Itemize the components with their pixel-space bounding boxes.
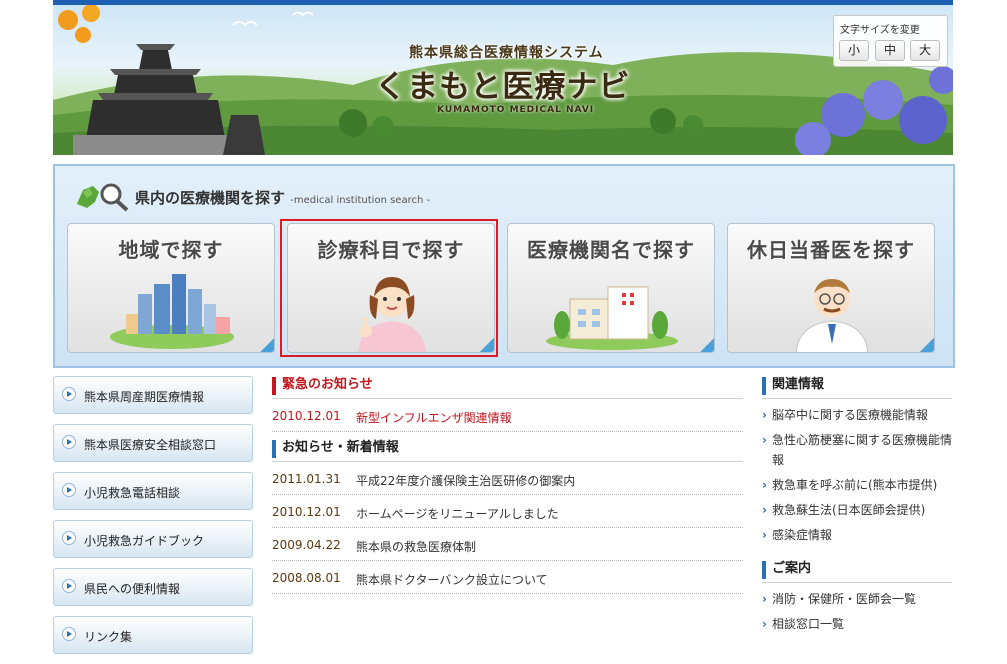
arrow-circle-icon bbox=[62, 387, 76, 401]
urgent-notice-heading: 緊急のお知らせ bbox=[272, 375, 743, 399]
guide-link[interactable]: 消防・保健所・医師会一覧 bbox=[762, 589, 952, 609]
site-title-romaji: KUMAMOTO MEDICAL NAVI bbox=[437, 105, 595, 115]
search-by-region-label: 地域で探す bbox=[118, 238, 224, 262]
news-heading: お知らせ・新着情報 bbox=[272, 438, 743, 462]
arrow-circle-icon bbox=[62, 435, 76, 449]
related-info-column: 関連情報 脳卒中に関する医療機能情報 急性心筋梗塞に関する医療機能情報 救急車を… bbox=[762, 375, 952, 648]
search-by-institution-name-button[interactable]: 医療機関名で探す bbox=[507, 223, 715, 353]
nav-medical-safety-consultation[interactable]: 熊本県医療安全相談窓口 bbox=[53, 424, 253, 462]
nav-useful-info[interactable]: 県民への便利情報 bbox=[53, 568, 253, 606]
doctor-icon bbox=[795, 279, 869, 352]
related-link[interactable]: 脳卒中に関する医療機能情報 bbox=[762, 405, 952, 425]
hospital-icon bbox=[546, 286, 678, 350]
arrow-circle-icon bbox=[62, 579, 76, 593]
news-date: 2009.04.22 bbox=[272, 538, 341, 552]
news-link[interactable]: 熊本県の救急医療体制 bbox=[356, 538, 476, 555]
news-item[interactable]: 2010.12.01 ホームページをリニューアルしました bbox=[272, 495, 743, 528]
related-info-heading: 関連情報 bbox=[762, 375, 952, 399]
nav-pediatric-phone-consultation[interactable]: 小児救急電話相談 bbox=[53, 472, 253, 510]
nav-label: 県民への便利情報 bbox=[84, 582, 181, 596]
news-link[interactable]: ホームページをリニューアルしました bbox=[356, 505, 559, 522]
urgent-item[interactable]: 2010.12.01 新型インフルエンザ関連情報 bbox=[272, 399, 743, 432]
guide-list: 消防・保健所・医師会一覧 相談窓口一覧 bbox=[762, 589, 952, 634]
news-date: 2010.12.01 bbox=[272, 505, 341, 519]
arrow-circle-icon bbox=[62, 483, 76, 497]
nav-pediatric-guidebook[interactable]: 小児救急ガイドブック bbox=[53, 520, 253, 558]
related-link[interactable]: 急性心筋梗塞に関する医療機能情報 bbox=[762, 430, 952, 470]
selected-highlight-frame bbox=[280, 219, 498, 357]
urgent-heading-text: 緊急のお知らせ bbox=[282, 377, 373, 392]
kumamoto-map-magnifier-icon bbox=[77, 183, 129, 212]
related-link[interactable]: 感染症情報 bbox=[762, 525, 952, 545]
news-link[interactable]: 平成22年度介護保険主治医研修の御案内 bbox=[356, 472, 575, 489]
search-heading: 県内の医療機関を探す -medical institution search - bbox=[73, 178, 430, 214]
guide-link[interactable]: 相談窓口一覧 bbox=[762, 614, 952, 634]
search-by-region-button[interactable]: 地域で探す bbox=[67, 223, 275, 353]
news-item[interactable]: 2011.01.31 平成22年度介護保険主治医研修の御案内 bbox=[272, 462, 743, 495]
search-heading-title: 県内の医療機関を探す bbox=[135, 189, 286, 207]
arrow-circle-icon bbox=[62, 627, 76, 641]
related-link[interactable]: 救急蘇生法(日本医師会提供) bbox=[762, 500, 952, 520]
font-size-small-button[interactable]: 小 bbox=[839, 40, 869, 61]
site-subtitle: 熊本県総合医療情報システム bbox=[409, 45, 604, 61]
search-heading-english: -medical institution search - bbox=[290, 195, 431, 206]
nav-label: 熊本県医療安全相談窓口 bbox=[84, 438, 217, 452]
news-item[interactable]: 2008.08.01 熊本県ドクターバンク設立について bbox=[272, 561, 743, 594]
related-link[interactable]: 救急車を呼ぶ前に(熊本市提供) bbox=[762, 475, 952, 495]
related-heading-text: 関連情報 bbox=[772, 377, 825, 392]
news-column: 緊急のお知らせ 2010.12.01 新型インフルエンザ関連情報 お知らせ・新着… bbox=[272, 375, 743, 594]
search-holiday-doctor-label: 休日当番医を探す bbox=[747, 238, 915, 262]
font-size-label: 文字サイズを変更 bbox=[840, 25, 920, 36]
side-navigation: 熊本県周産期医療情報 熊本県医療安全相談窓口 小児救急電話相談 小児救急ガイドブ… bbox=[53, 376, 253, 664]
nav-perinatal-info[interactable]: 熊本県周産期医療情報 bbox=[53, 376, 253, 414]
region-corner-arrow-icon bbox=[260, 338, 274, 352]
site-title[interactable]: くまもと医療ナビ bbox=[375, 61, 630, 106]
nav-label: 小児救急電話相談 bbox=[84, 486, 181, 500]
news-heading-text: お知らせ・新着情報 bbox=[282, 440, 399, 455]
search-holiday-doctor-button[interactable]: 休日当番医を探す bbox=[727, 223, 935, 353]
font-size-large-button[interactable]: 大 bbox=[910, 40, 940, 61]
font-size-switcher: 文字サイズを変更 小 中 大 bbox=[833, 15, 948, 67]
city-buildings-icon bbox=[110, 274, 234, 349]
news-link[interactable]: 熊本県ドクターバンク設立について bbox=[356, 571, 548, 588]
nav-label: リンク集 bbox=[84, 630, 133, 644]
holiday-corner-arrow-icon bbox=[920, 338, 934, 352]
nav-label: 小児救急ガイドブック bbox=[84, 534, 205, 548]
arrow-circle-icon bbox=[62, 531, 76, 545]
news-date: 2010.12.01 bbox=[272, 409, 341, 423]
news-link[interactable]: 新型インフルエンザ関連情報 bbox=[356, 409, 512, 426]
news-item[interactable]: 2009.04.22 熊本県の救急医療体制 bbox=[272, 528, 743, 561]
institution-search-panel: 県内の医療機関を探す -medical institution search -… bbox=[53, 164, 955, 368]
font-size-medium-button[interactable]: 中 bbox=[875, 40, 905, 61]
header-banner: 熊本県総合医療情報システム くまもと医療ナビ KUMAMOTO MEDICAL … bbox=[53, 5, 953, 155]
news-date: 2008.08.01 bbox=[272, 571, 341, 585]
news-date: 2011.01.31 bbox=[272, 472, 341, 486]
guide-heading-text: ご案内 bbox=[772, 561, 812, 576]
search-by-institution-name-label: 医療機関名で探す bbox=[527, 238, 695, 262]
nav-label: 熊本県周産期医療情報 bbox=[84, 390, 205, 404]
nav-links[interactable]: リンク集 bbox=[53, 616, 253, 654]
related-info-list: 脳卒中に関する医療機能情報 急性心筋梗塞に関する医療機能情報 救急車を呼ぶ前に(… bbox=[762, 405, 952, 545]
guide-heading: ご案内 bbox=[762, 559, 952, 583]
institution-corner-arrow-icon bbox=[700, 338, 714, 352]
